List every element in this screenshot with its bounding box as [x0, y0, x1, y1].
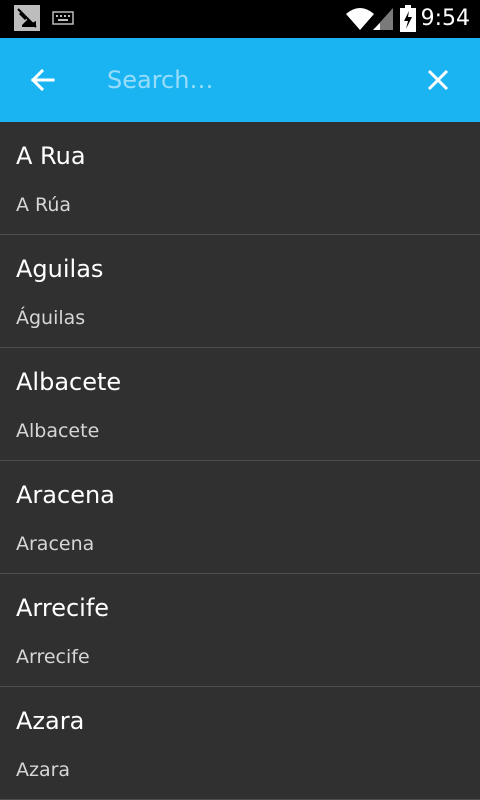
list-item[interactable]: A Rua A Rúa [0, 122, 480, 235]
keyboard-icon [52, 11, 74, 25]
signal-icon [373, 8, 393, 30]
search-input[interactable] [107, 60, 407, 100]
status-time: 9:54 [420, 6, 470, 31]
search-results-list: A Rua A Rúa Aguilas Águilas Albacete Alb… [0, 122, 480, 800]
list-item[interactable]: Aracena Aracena [0, 461, 480, 574]
item-subtitle: A Rúa [16, 194, 72, 216]
list-item[interactable]: Albacete Albacete [0, 348, 480, 461]
item-subtitle: Aracena [16, 533, 95, 555]
item-title: Arrecife [16, 594, 110, 622]
battery-charging-icon [400, 5, 416, 32]
clear-search-button[interactable] [418, 60, 458, 100]
list-item[interactable]: Arrecife Arrecife [0, 574, 480, 687]
item-subtitle: Arrecife [16, 646, 90, 668]
close-icon [427, 69, 449, 91]
item-subtitle: Azara [16, 759, 71, 781]
notification-icon [14, 5, 40, 31]
item-subtitle: Águilas [16, 307, 86, 329]
item-title: Azara [16, 707, 85, 735]
status-bar: 9:54 [0, 0, 480, 38]
back-button[interactable] [22, 60, 62, 100]
item-subtitle: Albacete [16, 420, 100, 442]
list-item[interactable]: Aguilas Águilas [0, 235, 480, 348]
search-app-bar [0, 38, 480, 122]
item-title: Albacete [16, 368, 122, 396]
arrow-left-icon [30, 68, 55, 92]
wifi-icon [346, 8, 374, 30]
list-item[interactable]: Azara Azara [0, 687, 480, 800]
item-title: Aracena [16, 481, 115, 509]
item-title: Aguilas [16, 255, 104, 283]
item-title: A Rua [16, 142, 86, 170]
